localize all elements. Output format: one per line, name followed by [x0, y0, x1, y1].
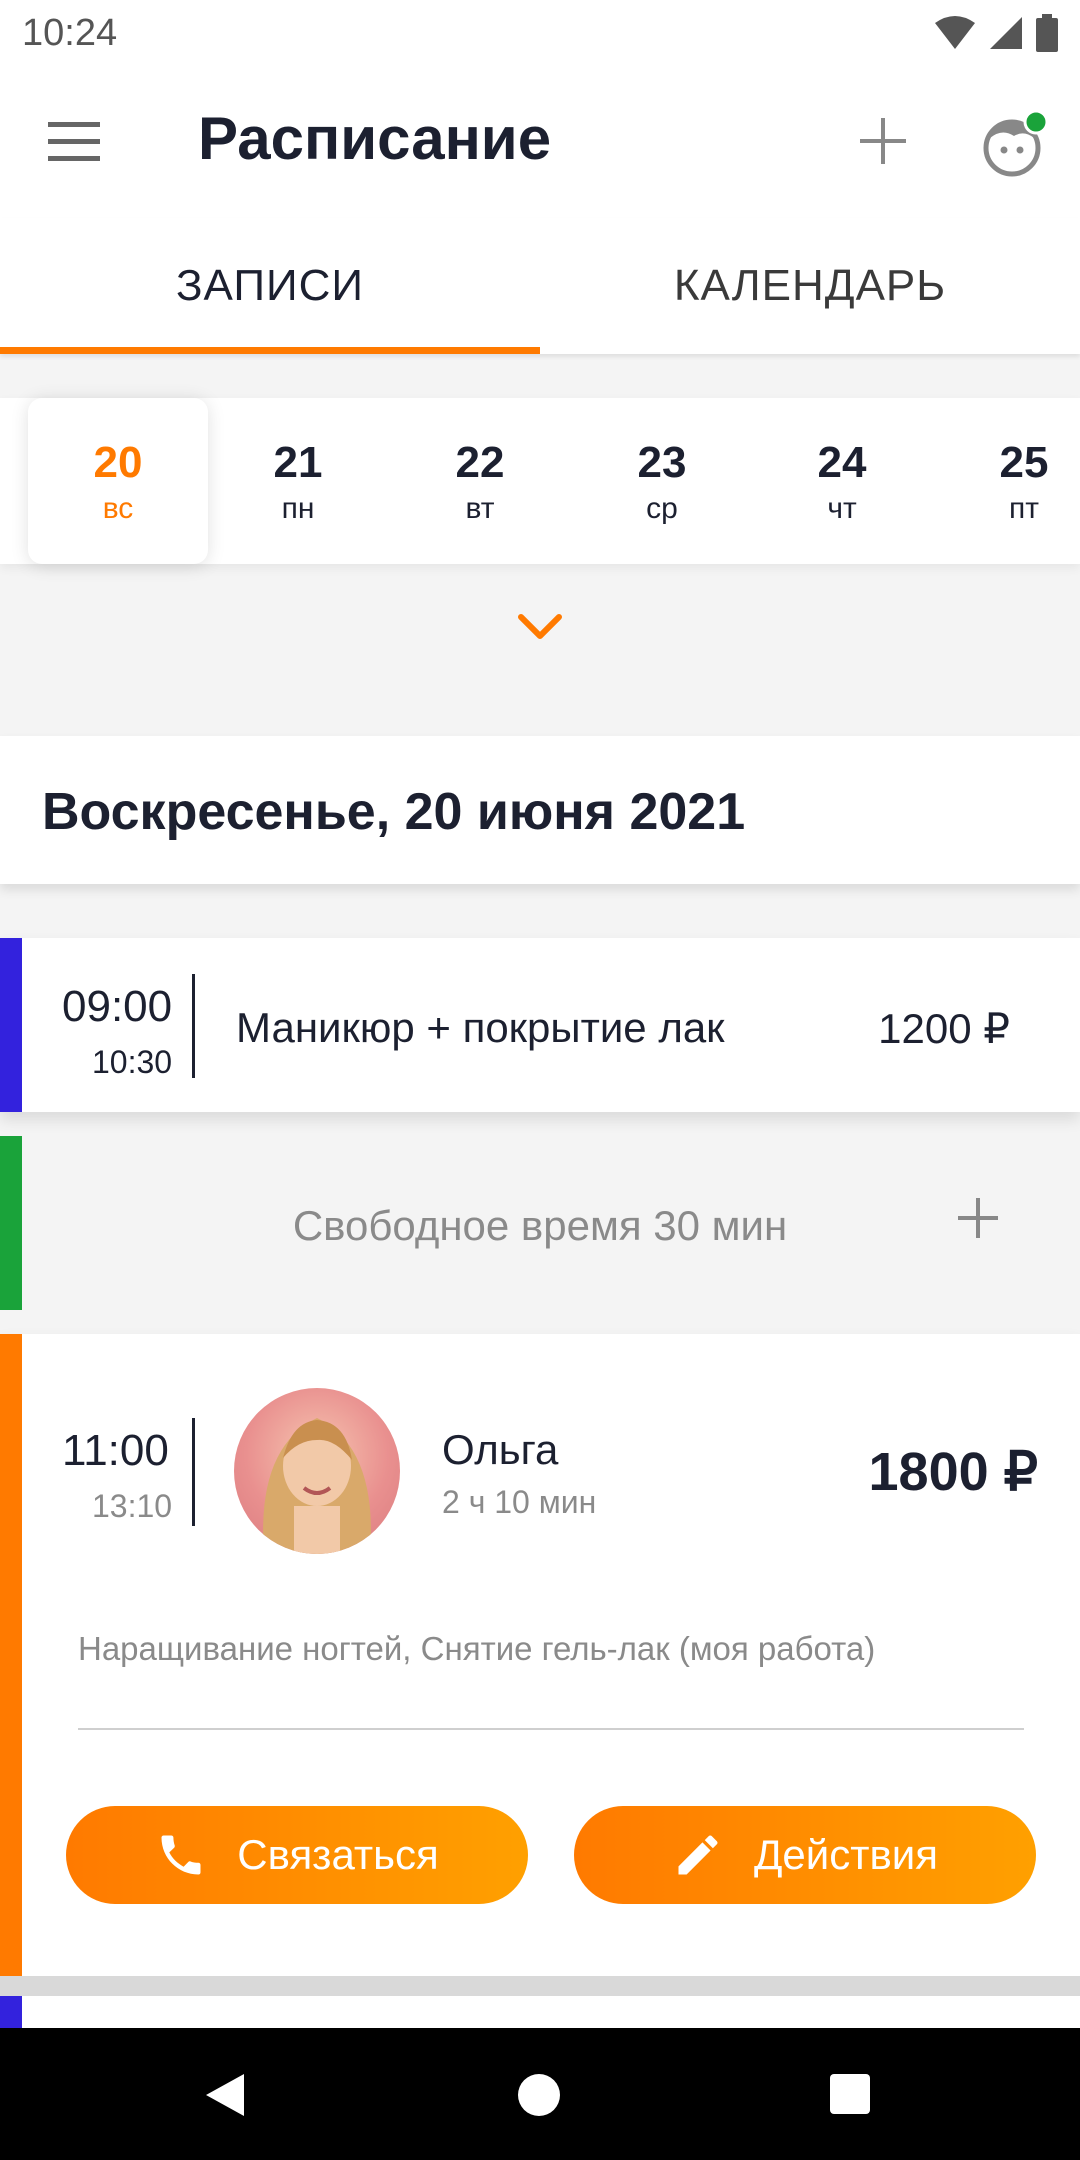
free-slot[interactable]: Свободное время 30 мин	[0, 1136, 1080, 1310]
tab-records[interactable]: ЗАПИСИ	[0, 218, 540, 354]
appointment-service: Маникюр + покрытие лак	[236, 1004, 725, 1051]
appointment-card[interactable]: 09:00 10:30 Маникюр + покрытие лак 1200 …	[0, 938, 1080, 1112]
time-divider	[192, 1418, 195, 1526]
date-item-24[interactable]: 24 чт	[752, 398, 932, 564]
system-nav-bar	[0, 2028, 1080, 2160]
date-item-21[interactable]: 21 пн	[208, 398, 388, 564]
card-divider	[78, 1728, 1024, 1730]
time-divider	[192, 974, 195, 1078]
appointment-price: 1200 ₽	[878, 1005, 1010, 1052]
appointment-color-bar	[0, 938, 22, 1112]
date-strip: 20 вс 21 пн 22 вт 23 ср 24 чт 25 пт	[0, 398, 1080, 564]
avatar-icon[interactable]	[980, 108, 1052, 180]
tab-records-label: ЗАПИСИ	[175, 261, 365, 310]
contact-button-label: Связаться	[237, 1831, 439, 1878]
status-time: 10:24	[22, 12, 118, 54]
tab-bar: ЗАПИСИ КАЛЕНДАРЬ	[0, 218, 1080, 354]
tab-calendar[interactable]: КАЛЕНДАРЬ	[540, 218, 1080, 354]
pencil-icon	[678, 1835, 718, 1875]
plus-icon[interactable]	[852, 110, 914, 172]
page-title: Расписание	[198, 105, 552, 172]
client-name: Ольга	[442, 1426, 559, 1473]
wifi-icon	[935, 16, 975, 49]
date-weekday: вс	[102, 492, 134, 525]
date-number: 25	[999, 438, 1049, 487]
date-weekday: пт	[1009, 492, 1039, 525]
date-number: 22	[455, 438, 505, 487]
appointment-color-bar	[0, 1996, 22, 2028]
home-icon[interactable]	[518, 2074, 560, 2116]
recents-icon[interactable]	[830, 2074, 870, 2114]
date-number: 23	[637, 438, 687, 487]
appointment-card[interactable]: 11:00 13:10 Ольга 2 ч 10 мин 1800 ₽ Нара…	[0, 1334, 1080, 1976]
appointment-end-time: 13:10	[92, 1488, 173, 1524]
status-icons	[934, 14, 1058, 52]
appointment-start-time: 11:00	[62, 1426, 169, 1475]
date-item-20[interactable]: 20 вс	[28, 398, 208, 564]
appointment-duration: 2 ч 10 мин	[442, 1484, 597, 1520]
appointment-price: 1800 ₽	[868, 1442, 1039, 1502]
appointment-start-time: 09:00	[62, 982, 173, 1031]
date-weekday: чт	[827, 492, 857, 525]
chevron-down-icon[interactable]	[516, 612, 564, 642]
back-icon[interactable]	[204, 2072, 248, 2118]
appointment-services: Наращивание ногтей, Снятие гель-лак (моя…	[78, 1630, 876, 1667]
client-avatar	[234, 1388, 400, 1554]
contact-button[interactable]: Связаться	[66, 1806, 528, 1904]
date-number: 20	[93, 438, 143, 487]
actions-button-label: Действия	[753, 1831, 939, 1878]
tab-calendar-label: КАЛЕНДАРЬ	[673, 261, 947, 310]
actions-button[interactable]: Действия	[574, 1806, 1036, 1904]
appointment-color-bar	[0, 1334, 22, 1976]
day-title: Воскресенье, 20 июня 2021	[42, 783, 746, 841]
list-separator	[0, 1976, 1080, 1996]
date-item-25[interactable]: 25 пт	[934, 398, 1080, 564]
date-item-22[interactable]: 22 вт	[390, 398, 570, 564]
date-weekday: пн	[281, 492, 315, 525]
next-appointment-card[interactable]	[0, 1996, 1080, 2028]
phone-icon	[161, 1835, 201, 1875]
status-bar: 10:24	[0, 0, 1080, 66]
battery-icon	[1036, 14, 1058, 52]
date-number: 21	[273, 438, 323, 487]
date-number: 24	[817, 438, 867, 487]
tab-indicator	[0, 347, 540, 354]
signal-icon	[990, 17, 1022, 49]
free-slot-text: Свободное время 30 мин	[292, 1202, 788, 1249]
appointment-end-time: 10:30	[92, 1044, 173, 1080]
menu-icon[interactable]	[48, 120, 106, 164]
app-bar: Расписание	[0, 66, 1080, 218]
add-slot-plus-icon[interactable]	[956, 1196, 1000, 1240]
date-weekday: вт	[465, 492, 495, 525]
day-header: Воскресенье, 20 июня 2021	[0, 736, 1080, 884]
date-item-23[interactable]: 23 ср	[572, 398, 752, 564]
date-weekday: ср	[646, 492, 678, 525]
